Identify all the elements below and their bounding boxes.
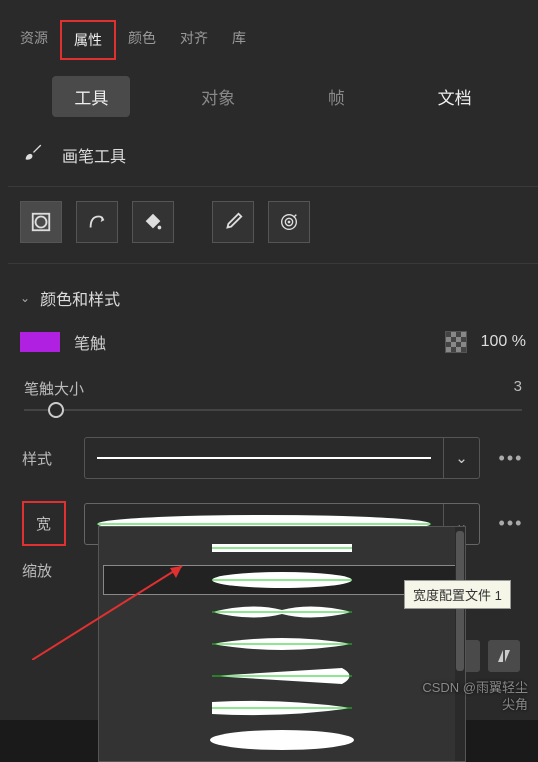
tab-align[interactable]: 对齐 [168,20,220,60]
flip-v-button[interactable] [488,640,520,672]
width-profile-option-4[interactable] [103,661,461,691]
subtab-frame[interactable]: 帧 [306,76,367,117]
stroke-size-row: 笔触大小 3 [8,378,538,409]
mode-row [8,201,538,263]
width-profile-option-6[interactable] [103,725,461,755]
style-dropdown[interactable]: ⌄ [84,437,480,479]
tab-library[interactable]: 库 [220,20,258,60]
slider-thumb[interactable] [48,402,64,418]
tool-name: 画笔工具 [62,143,126,167]
opacity-swatch[interactable] [445,331,467,353]
tab-color[interactable]: 颜色 [116,20,168,60]
fill-button[interactable] [132,201,174,243]
subtab-object[interactable]: 对象 [179,76,257,117]
style-label: 样式 [22,448,66,469]
eyedropper-button[interactable] [212,201,254,243]
width-profile-option-0[interactable] [103,533,461,563]
top-tabs: 资源 属性 颜色 对齐 库 [8,0,538,60]
tab-resources[interactable]: 资源 [8,20,60,60]
stroke-label: 笔触 [74,330,106,354]
sub-tabs: 工具 对象 帧 文档 [8,60,538,129]
tool-header: 画笔工具 [8,129,538,186]
opacity-value[interactable]: 100 % [481,333,526,351]
tab-properties[interactable]: 属性 [60,20,116,60]
annotation-arrow [32,560,192,665]
slider-track [24,409,522,411]
style-preview-line [97,457,431,459]
target-button[interactable] [268,201,310,243]
smooth-button[interactable] [76,201,118,243]
divider [8,263,538,264]
width-profile-option-5[interactable] [103,693,461,723]
stroke-color-swatch[interactable] [20,332,60,352]
subtab-tool[interactable]: 工具 [52,76,130,117]
stroke-size-value[interactable]: 3 [514,378,522,399]
width-label: 宽 [22,501,66,546]
scrollbar[interactable] [455,527,465,761]
chevron-down-icon: ⌄ [443,438,479,478]
more-options-icon[interactable]: ••• [498,513,524,534]
brush-icon [22,141,44,168]
section-title: 颜色和样式 [40,286,120,310]
stroke-row: 笔触 100 % [8,330,538,378]
chevron-down-icon: ⌄ [20,291,30,305]
tooltip: 宽度配置文件 1 [404,580,511,609]
style-row: 样式 ⌄ ••• [8,437,538,501]
section-color-style[interactable]: ⌄ 颜色和样式 [8,278,538,330]
stroke-size-slider[interactable] [8,409,538,437]
more-options-icon[interactable]: ••• [498,448,524,469]
divider [8,186,538,187]
watermark: CSDN @雨翼轻尘 尖角 [422,680,528,714]
subtab-document[interactable]: 文档 [416,76,494,117]
stroke-size-label: 笔触大小 [24,378,84,399]
object-drawing-button[interactable] [20,201,62,243]
